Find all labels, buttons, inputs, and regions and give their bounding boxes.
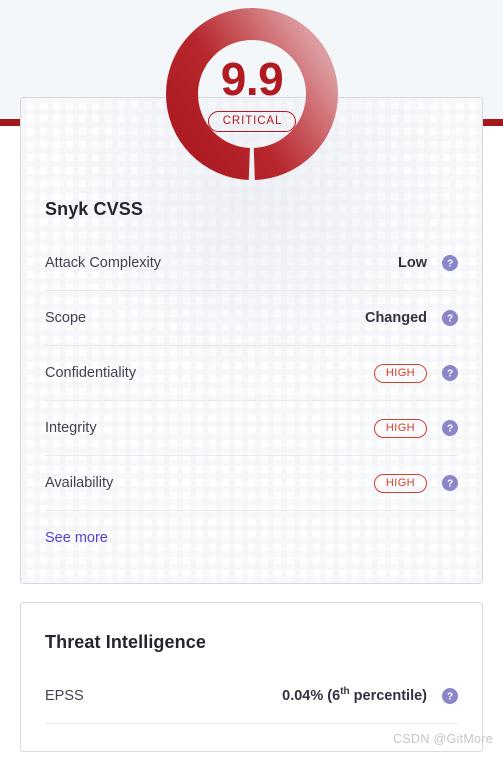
help-circle-icon[interactable]: ? xyxy=(442,310,458,326)
threat-intelligence-title: Threat Intelligence xyxy=(45,632,206,652)
cvss-attribute-list: Attack Complexity Low ? Scope Changed ? … xyxy=(45,236,458,511)
row-value: 0.04% (6th percentile) xyxy=(282,686,427,704)
epss-value-ordinal: th xyxy=(340,686,350,698)
divider-rule-left xyxy=(0,119,20,126)
row-label: EPSS xyxy=(45,688,84,704)
table-row: Availability HIGH ? xyxy=(45,456,458,511)
severity-badge: CRITICAL xyxy=(207,110,297,133)
severity-score-ring: 9.9 CRITICAL xyxy=(166,8,338,180)
status-badge: HIGH xyxy=(373,473,427,493)
row-value: Changed xyxy=(364,310,427,326)
threat-intelligence-card: Threat Intelligence EPSS 0.04% (6th perc… xyxy=(20,602,483,752)
svg-text:?: ? xyxy=(447,479,453,490)
table-row: Integrity HIGH ? xyxy=(45,401,458,456)
help-circle-icon[interactable]: ? xyxy=(442,255,458,271)
status-badge: HIGH xyxy=(373,418,427,438)
help-circle-icon[interactable]: ? xyxy=(442,365,458,381)
epss-value-suffix: percentile) xyxy=(349,688,427,704)
help-circle-icon[interactable]: ? xyxy=(442,475,458,491)
see-more-link[interactable]: See more xyxy=(45,530,108,546)
threat-attribute-list: EPSS 0.04% (6th percentile) ? xyxy=(45,669,458,724)
row-label: Confidentiality xyxy=(45,365,137,381)
svg-text:?: ? xyxy=(447,259,453,270)
row-label: Scope xyxy=(45,310,87,326)
svg-text:?: ? xyxy=(447,692,453,703)
score-value: 9.9 xyxy=(220,52,284,105)
svg-text:?: ? xyxy=(447,314,453,325)
svg-text:?: ? xyxy=(447,424,453,435)
table-row: EPSS 0.04% (6th percentile) ? xyxy=(45,669,458,724)
watermark-text: CSDN @GitMore xyxy=(393,732,493,746)
score-ring-center: 9.9 CRITICAL xyxy=(166,8,338,180)
table-row: Attack Complexity Low ? xyxy=(45,236,458,291)
epss-value-prefix: 0.04% (6 xyxy=(282,688,341,704)
divider-rule-right xyxy=(483,119,503,126)
row-label: Attack Complexity xyxy=(45,255,162,271)
svg-text:?: ? xyxy=(447,369,453,380)
status-badge: HIGH xyxy=(373,363,427,383)
row-label: Availability xyxy=(45,475,114,491)
help-circle-icon[interactable]: ? xyxy=(442,688,458,704)
table-row: Scope Changed ? xyxy=(45,291,458,346)
table-row: Confidentiality HIGH ? xyxy=(45,346,458,401)
row-label: Integrity xyxy=(45,420,97,436)
help-circle-icon[interactable]: ? xyxy=(442,420,458,436)
row-value: Low xyxy=(398,255,427,271)
